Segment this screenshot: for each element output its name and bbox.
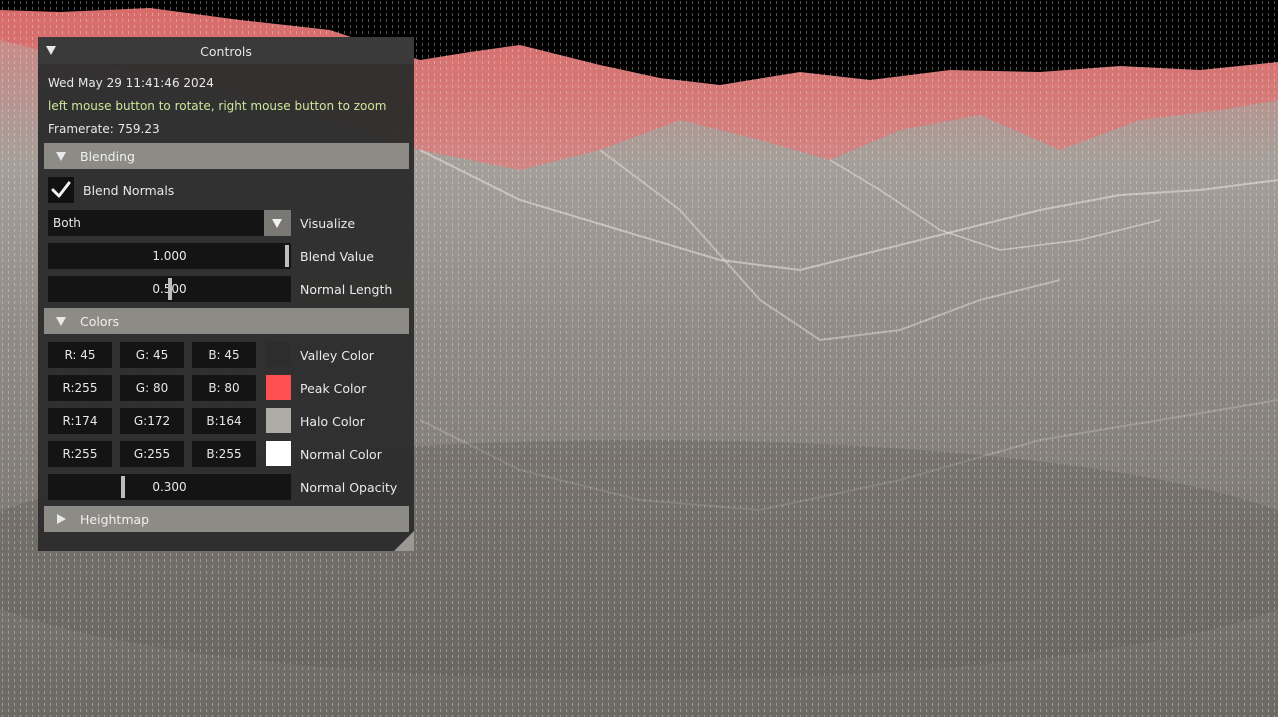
valley-green-input[interactable]: G: 45: [120, 342, 184, 368]
normal-color-swatch[interactable]: [266, 441, 291, 466]
checkmark-icon: [51, 181, 71, 198]
normal-red-input[interactable]: R:255: [48, 441, 112, 467]
controls-panel: Controls Wed May 29 11:41:46 2024 left m…: [38, 37, 414, 551]
blend-value-slider[interactable]: 1.000: [48, 243, 291, 269]
triangle-down-icon: [56, 152, 66, 161]
halo-blue-input[interactable]: B:164: [192, 408, 256, 434]
normal-opacity-text: 0.300: [152, 480, 187, 494]
normal-blue-input[interactable]: B:255: [192, 441, 256, 467]
blend-value-slider-grab[interactable]: [285, 245, 289, 267]
peak-color-swatch[interactable]: [266, 375, 291, 400]
section-blending-header[interactable]: Blending: [44, 143, 409, 169]
normal-length-label: Normal Length: [300, 282, 393, 297]
visualize-dropdown-button[interactable]: [264, 210, 291, 236]
blend-normals-label: Blend Normals: [83, 183, 175, 198]
normal-length-slider[interactable]: 0.500: [48, 276, 291, 302]
peak-color-label: Peak Color: [300, 381, 367, 396]
valley-color-swatch[interactable]: [266, 342, 291, 367]
timestamp-text: Wed May 29 11:41:46 2024: [48, 76, 214, 90]
visualize-select-value: Both: [53, 216, 81, 230]
peak-red-input[interactable]: R:255: [48, 375, 112, 401]
valley-blue-input[interactable]: B: 45: [192, 342, 256, 368]
halo-color-label: Halo Color: [300, 414, 365, 429]
valley-color-label: Valley Color: [300, 348, 374, 363]
framerate-text: Framerate: 759.23: [48, 122, 160, 136]
panel-titlebar[interactable]: Controls: [38, 37, 414, 64]
valley-red-input[interactable]: R: 45: [48, 342, 112, 368]
resize-grip-icon[interactable]: [394, 531, 414, 551]
section-colors-label: Colors: [80, 314, 120, 329]
triangle-down-icon: [56, 317, 66, 326]
normal-opacity-label: Normal Opacity: [300, 480, 398, 495]
blend-normals-checkbox[interactable]: [48, 177, 74, 203]
triangle-right-icon: [57, 514, 66, 524]
peak-green-input[interactable]: G: 80: [120, 375, 184, 401]
visualize-label: Visualize: [300, 216, 356, 231]
normal-green-input[interactable]: G:255: [120, 441, 184, 467]
mouse-hint-text: left mouse button to rotate, right mouse…: [48, 99, 387, 113]
peak-blue-input[interactable]: B: 80: [192, 375, 256, 401]
section-colors-header[interactable]: Colors: [44, 308, 409, 334]
normal-color-label: Normal Color: [300, 447, 382, 462]
chevron-down-icon: [272, 219, 282, 228]
normal-length-slider-grab[interactable]: [168, 278, 172, 300]
visualize-select[interactable]: Both: [48, 210, 291, 236]
halo-red-input[interactable]: R:174: [48, 408, 112, 434]
section-blending-label: Blending: [80, 149, 135, 164]
section-heightmap-header[interactable]: Heightmap: [44, 506, 409, 532]
normal-opacity-slider[interactable]: 0.300: [48, 474, 291, 500]
normal-opacity-slider-grab[interactable]: [121, 476, 125, 498]
blend-value-text: 1.000: [152, 249, 187, 263]
panel-title: Controls: [200, 44, 252, 59]
halo-green-input[interactable]: G:172: [120, 408, 184, 434]
section-heightmap-label: Heightmap: [80, 512, 150, 527]
halo-color-swatch[interactable]: [266, 408, 291, 433]
blend-value-label: Blend Value: [300, 249, 374, 264]
